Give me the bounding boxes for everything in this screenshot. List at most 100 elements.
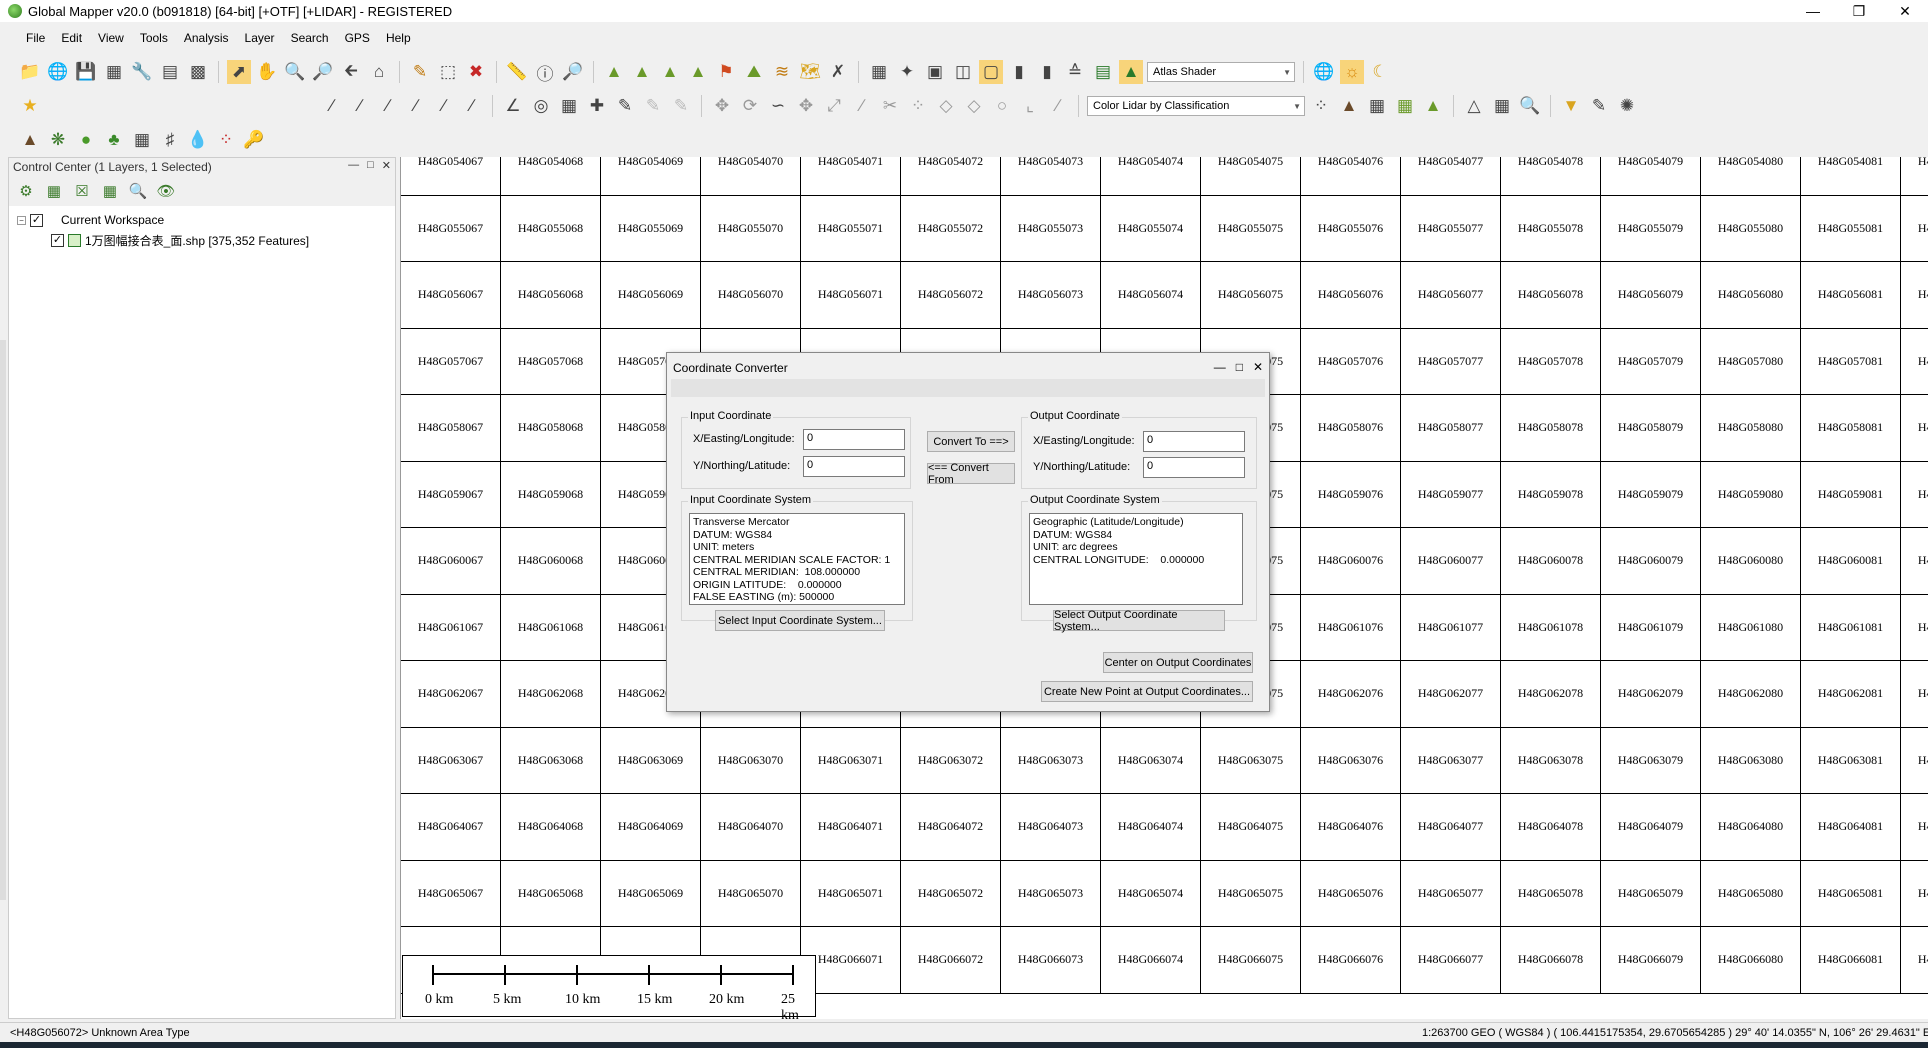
map-grid-cell[interactable]: H48G056075 [1201, 262, 1301, 329]
menu-analysis[interactable]: Analysis [176, 28, 237, 48]
map-grid-cell[interactable]: H48G054072 [901, 157, 1001, 196]
terrain2-icon[interactable]: ▲ [630, 60, 654, 84]
open-folder-icon[interactable]: 📁 [18, 60, 42, 84]
map-grid-cell[interactable]: H48G058082 [1901, 395, 1928, 462]
delete-x-icon[interactable]: ✖ [464, 60, 488, 84]
map-grid-cell[interactable]: H48G058079 [1601, 395, 1701, 462]
map-grid-cell[interactable]: H48G066074 [1101, 927, 1201, 994]
water-drop-icon[interactable]: 💧 [186, 128, 210, 152]
target-icon[interactable]: ◎ [529, 94, 553, 118]
ruler2-icon[interactable]: ∕ [1046, 94, 1070, 118]
split-icon[interactable]: ∕ [850, 94, 874, 118]
map-grid-cell[interactable]: H48G063076 [1301, 727, 1401, 794]
select-input-cs-button[interactable]: Select Input Coordinate System... [715, 610, 885, 631]
lidar-points-icon[interactable]: ⁘ [1309, 94, 1333, 118]
map-grid-cell[interactable]: H48G064068 [501, 794, 601, 861]
map-grid-cell[interactable]: H48G065076 [1301, 860, 1401, 927]
map-grid-cell[interactable]: H48G063078 [1501, 727, 1601, 794]
map-grid-cell[interactable]: H48G059079 [1601, 461, 1701, 528]
map-grid-cell[interactable]: H48G064078 [1501, 794, 1601, 861]
map-grid-cell[interactable]: H48G066072 [901, 927, 1001, 994]
map-grid-cell[interactable]: H48G056080 [1701, 262, 1801, 329]
map-grid-cell[interactable]: H48G064077 [1401, 794, 1501, 861]
map-grid-cell[interactable]: H48G061068 [501, 594, 601, 661]
disabled-tool2-icon[interactable]: ✎ [669, 94, 693, 118]
layer-visibility-icon[interactable]: 👁 [155, 180, 177, 202]
map-grid-cell[interactable]: H48G056081 [1801, 262, 1901, 329]
diamond-icon[interactable]: ◇ [934, 94, 958, 118]
line-tool5-icon[interactable]: ∕ [432, 94, 456, 118]
map-grid-cell[interactable]: H48G061076 [1301, 594, 1401, 661]
search-points-icon[interactable]: 🔍 [1518, 94, 1542, 118]
map-grid-cell[interactable]: H48G058078 [1501, 395, 1601, 462]
map-grid-cell[interactable]: H48G060077 [1401, 528, 1501, 595]
map-grid-cell[interactable]: H48G061081 [1801, 594, 1901, 661]
map-grid-cell[interactable]: H48G057077 [1401, 328, 1501, 395]
map-grid-cell[interactable]: H48G055069 [601, 195, 701, 262]
diamond2-icon[interactable]: ◇ [962, 94, 986, 118]
map-grid-cell[interactable]: H48G055071 [801, 195, 901, 262]
lidar-color-select[interactable]: Color Lidar by Classification ▼ [1087, 96, 1305, 116]
terrain4-icon[interactable]: ▲ [686, 60, 710, 84]
panel-icon[interactable]: ▩ [186, 60, 210, 84]
map-grid-cell[interactable]: H48G056069 [601, 262, 701, 329]
edit-vertex-icon[interactable]: ✎ [613, 94, 637, 118]
map-grid-cell[interactable]: H48G054071 [801, 157, 901, 196]
tree-icon[interactable]: ♣ [102, 128, 126, 152]
map-grid-cell[interactable]: H48G065078 [1501, 860, 1601, 927]
map-grid-cell[interactable]: H48G065082 [1901, 861, 1928, 927]
map-grid-cell[interactable]: H48G059080 [1701, 461, 1801, 528]
map-grid-cell[interactable]: H48G059078 [1501, 461, 1601, 528]
map-grid-cell[interactable]: H48G061080 [1701, 594, 1801, 661]
node-icon[interactable]: ∽ [766, 94, 790, 118]
map-grid-cell[interactable]: H48G059077 [1401, 461, 1501, 528]
shade-icon[interactable]: ▢ [979, 60, 1003, 84]
map-grid-cell[interactable]: H48G054081 [1801, 157, 1901, 196]
map-grid-cell[interactable]: H48G062078 [1501, 661, 1601, 728]
move2-icon[interactable]: ✥ [794, 94, 818, 118]
rotate-icon[interactable]: ⟳ [738, 94, 762, 118]
map-grid-cell[interactable]: H48G063073 [1001, 727, 1101, 794]
map-grid-cell[interactable]: H48G054074 [1101, 157, 1201, 196]
sun-icon[interactable]: ☼ [1340, 60, 1364, 84]
map-grid-cell[interactable]: H48G063075 [1201, 727, 1301, 794]
cross-tool-icon[interactable]: ✗ [826, 60, 850, 84]
map-grid-cell[interactable]: H48G064072 [901, 794, 1001, 861]
map-grid-cell[interactable]: H48G065072 [901, 860, 1001, 927]
map-grid-cell[interactable]: H48G058068 [501, 395, 601, 462]
map-grid-cell[interactable]: H48G064074 [1101, 794, 1201, 861]
map-grid-cell[interactable]: H48G055070 [701, 195, 801, 262]
wrench-icon[interactable]: 🔧 [130, 60, 154, 84]
map-grid-cell[interactable]: H48G060076 [1301, 528, 1401, 595]
map-grid-cell[interactable]: H48G056072 [901, 262, 1001, 329]
map-grid-cell[interactable]: H48G057081 [1801, 328, 1901, 395]
terrain3-icon[interactable]: ▲ [658, 60, 682, 84]
map-grid-cell[interactable]: H48G054076 [1301, 157, 1401, 196]
menu-edit[interactable]: Edit [53, 28, 90, 48]
map-icon[interactable]: 🗺 [798, 60, 822, 84]
map-grid-cell[interactable]: H48G065080 [1701, 860, 1801, 927]
input-y-field[interactable]: 0 [803, 456, 905, 477]
info-icon[interactable]: ⓘ [533, 60, 557, 84]
disabled-tool-icon[interactable]: ✎ [641, 94, 665, 118]
table-icon[interactable]: ▦ [102, 60, 126, 84]
map-grid-cell[interactable]: H48G063070 [701, 727, 801, 794]
zoom-in-icon[interactable]: 🔍 [283, 60, 307, 84]
output-x-field[interactable]: 0 [1143, 431, 1245, 452]
power-tower-icon[interactable]: ♯ [158, 128, 182, 152]
shape-icon[interactable]: ○ [990, 94, 1014, 118]
edit-lidar-icon[interactable]: ✎ [1587, 94, 1611, 118]
back-arrow-icon[interactable]: 🡰 [339, 60, 363, 84]
map-grid-cell[interactable]: H48G062067 [401, 661, 501, 728]
lidar-mountain-icon[interactable]: ▲ [1337, 94, 1361, 118]
map-grid-cell[interactable]: H48G066081 [1801, 927, 1901, 994]
map-grid-cell[interactable]: H48G054068 [501, 157, 601, 196]
map-grid-cell[interactable]: H48G056067 [401, 262, 501, 329]
map-grid-cell[interactable]: H48G061082 [1901, 595, 1928, 661]
square-icon[interactable]: ▣ [923, 60, 947, 84]
scale-icon[interactable]: ⤢ [822, 94, 846, 118]
layers-icon[interactable]: ▤ [158, 60, 182, 84]
home-icon[interactable]: ⌂ [367, 60, 391, 84]
map-grid-cell[interactable]: H48G064070 [701, 794, 801, 861]
map-grid-cell[interactable]: H48G055072 [901, 195, 1001, 262]
